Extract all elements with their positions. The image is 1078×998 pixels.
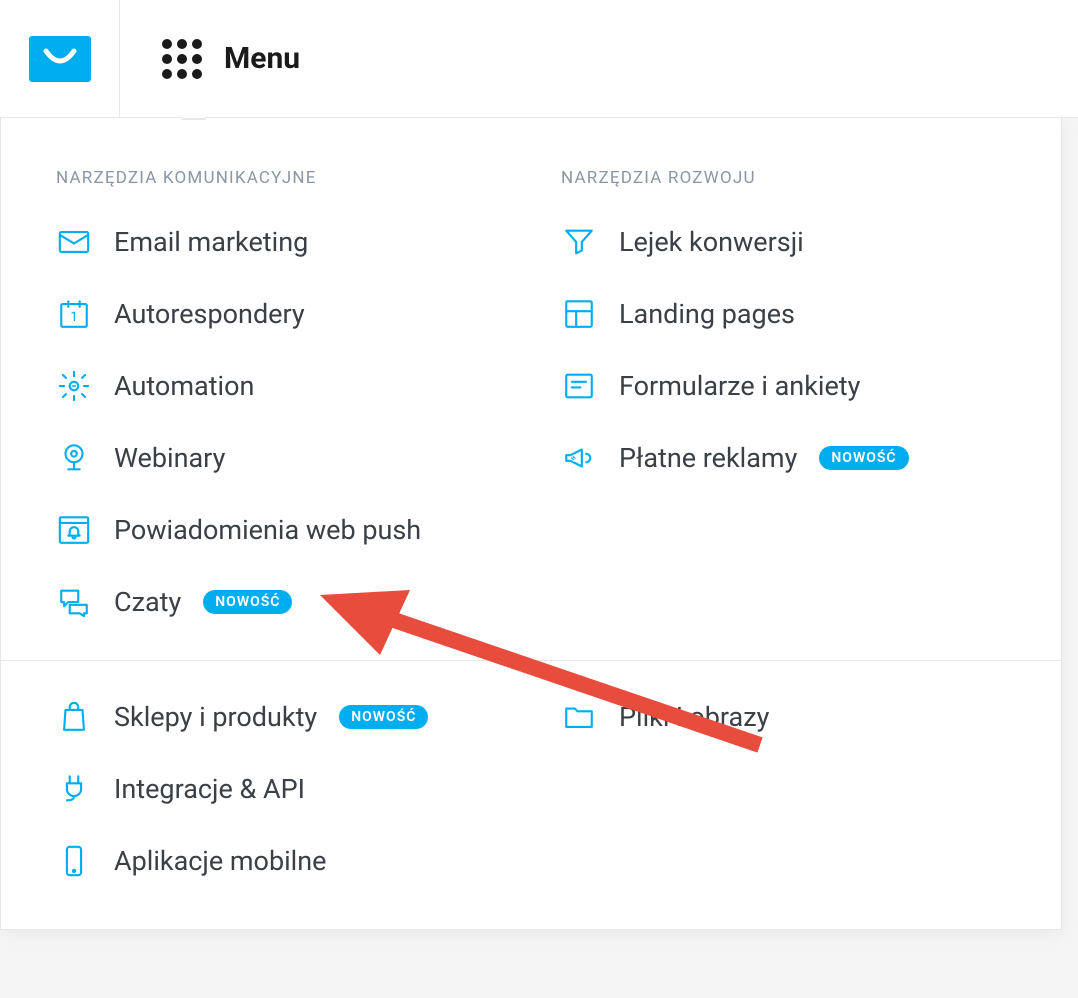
logo-box: [0, 0, 120, 118]
menu-item-forms[interactable]: Formularze i ankiety: [561, 368, 1016, 404]
menu-item-label: Aplikacje mobilne: [114, 845, 326, 877]
column-bottom-left: Sklepy i produkty NOWOŚĆ Integracje & AP…: [56, 699, 511, 879]
webcam-icon: [56, 440, 92, 476]
menu-item-label: Landing pages: [619, 298, 795, 330]
menu-item-label: Email marketing: [114, 226, 308, 258]
menu-trigger[interactable]: Menu: [120, 0, 300, 117]
menu-item-label: Sklepy i produkty: [114, 701, 317, 733]
menu-item-label: Integracje & API: [114, 773, 305, 805]
gear-icon: [56, 368, 92, 404]
column-header: NARZĘDZIA KOMUNIKACYJNE: [56, 168, 511, 188]
topbar: Menu: [0, 0, 1078, 118]
menu-item-mobile-apps[interactable]: Aplikacje mobilne: [56, 843, 511, 879]
menu-item-label: Lejek konwersji: [619, 226, 804, 258]
menu-item-label: Płatne reklamy: [619, 442, 797, 474]
megaphone-icon: $: [561, 440, 597, 476]
plug-icon: [56, 771, 92, 807]
column-header: NARZĘDZIA ROZWOJU: [561, 168, 1016, 188]
menu-item-label: Webinary: [114, 442, 225, 474]
dropdown-bottom-section: Sklepy i produkty NOWOŚĆ Integracje & AP…: [1, 660, 1061, 929]
menu-item-autoresponders[interactable]: 1 Autorespondery: [56, 296, 511, 332]
smile-icon: [40, 45, 80, 73]
column-growth: NARZĘDZIA ROZWOJU Lejek konwersji Landin…: [561, 168, 1016, 620]
shopping-bag-icon: [56, 699, 92, 735]
menu-item-integrations[interactable]: Integracje & API: [56, 771, 511, 807]
menu-item-label: Formularze i ankiety: [619, 370, 860, 402]
menu-item-chats[interactable]: Czaty NOWOŚĆ: [56, 584, 511, 620]
new-badge: NOWOŚĆ: [819, 446, 908, 470]
menu-item-funnel[interactable]: Lejek konwersji: [561, 224, 1016, 260]
column-communication: NARZĘDZIA KOMUNIKACYJNE Email marketing …: [56, 168, 511, 620]
logo[interactable]: [29, 36, 91, 82]
menu-item-automation[interactable]: Automation: [56, 368, 511, 404]
bell-window-icon: [56, 512, 92, 548]
chat-icon: [56, 584, 92, 620]
new-badge: NOWOŚĆ: [203, 590, 292, 614]
menu-item-label: Autorespondery: [114, 298, 305, 330]
menu-grid-icon: [162, 39, 202, 79]
dropdown-top-section: NARZĘDZIA KOMUNIKACYJNE Email marketing …: [1, 118, 1061, 660]
menu-item-paid-ads[interactable]: $ Płatne reklamy NOWOŚĆ: [561, 440, 1016, 476]
menu-dropdown: NARZĘDZIA KOMUNIKACYJNE Email marketing …: [0, 118, 1062, 930]
form-icon: [561, 368, 597, 404]
menu-caret-icon: [182, 106, 206, 118]
menu-item-landing-pages[interactable]: Landing pages: [561, 296, 1016, 332]
folder-icon: [561, 699, 597, 735]
new-badge: NOWOŚĆ: [339, 705, 428, 729]
menu-item-label: Pliki i obrazy: [619, 701, 769, 733]
menu-item-stores[interactable]: Sklepy i produkty NOWOŚĆ: [56, 699, 511, 735]
svg-text:$: $: [571, 454, 575, 463]
menu-label: Menu: [224, 41, 300, 76]
menu-item-label: Automation: [114, 370, 254, 402]
menu-item-web-push[interactable]: Powiadomienia web push: [56, 512, 511, 548]
mail-icon: [56, 224, 92, 260]
funnel-icon: [561, 224, 597, 260]
menu-item-email-marketing[interactable]: Email marketing: [56, 224, 511, 260]
menu-item-label: Powiadomienia web push: [114, 514, 421, 546]
calendar-icon: 1: [56, 296, 92, 332]
menu-item-label: Czaty: [114, 586, 181, 618]
phone-icon: [56, 843, 92, 879]
menu-item-webinars[interactable]: Webinary: [56, 440, 511, 476]
column-bottom-right: Pliki i obrazy: [561, 699, 1016, 879]
menu-item-files[interactable]: Pliki i obrazy: [561, 699, 1016, 735]
svg-text:1: 1: [70, 310, 77, 325]
layout-icon: [561, 296, 597, 332]
